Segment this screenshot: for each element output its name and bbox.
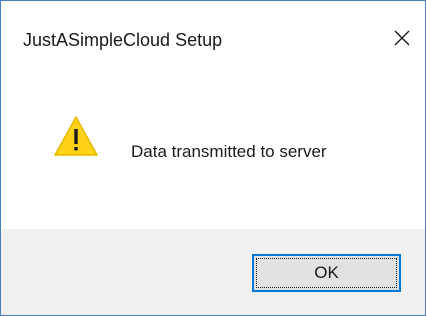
dialog-content: Data transmitted to server (1, 59, 425, 229)
ok-button[interactable]: OK (252, 254, 401, 292)
warning-icon (54, 116, 98, 156)
title-bar: JustASimpleCloud Setup (1, 1, 425, 59)
dialog-footer: OK (1, 229, 425, 315)
message-dialog: JustASimpleCloud Setup Data transmitted … (0, 0, 426, 316)
message-text: Data transmitted to server (131, 142, 327, 161)
close-icon (394, 30, 410, 46)
window-title: JustASimpleCloud Setup (23, 30, 223, 50)
close-button[interactable] (379, 15, 425, 61)
